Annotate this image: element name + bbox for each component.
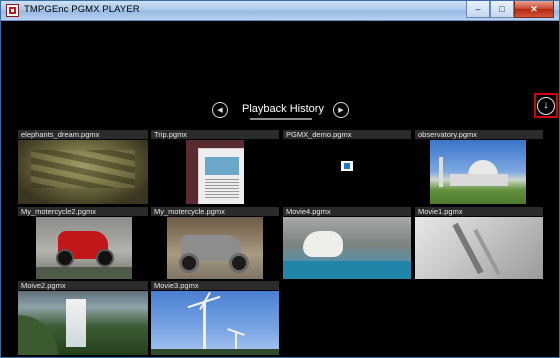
minimize-button[interactable]: – bbox=[466, 1, 490, 18]
history-tile[interactable]: PGMX_demo.pgmx bbox=[283, 130, 411, 205]
video-thumbnail bbox=[18, 140, 148, 204]
history-nav: ◀ Playback History ▶ bbox=[1, 101, 560, 123]
tile-label: My_motercycle.pgmx bbox=[151, 207, 279, 216]
title-bar[interactable]: TMPGEnc PGMX PLAYER – □ ✕ bbox=[1, 1, 559, 21]
video-thumbnail bbox=[18, 291, 148, 355]
video-thumbnail bbox=[283, 140, 411, 204]
video-thumbnail bbox=[283, 217, 411, 279]
video-thumbnail bbox=[415, 217, 543, 279]
history-tile[interactable]: observatory.pgmx bbox=[415, 130, 543, 205]
history-tile[interactable]: Moive2.pgmx bbox=[18, 281, 148, 355]
tile-label: Moive2.pgmx bbox=[18, 281, 148, 290]
history-tile[interactable]: Movie1.pgmx bbox=[415, 207, 543, 279]
tile-label: PGMX_demo.pgmx bbox=[283, 130, 411, 139]
window-controls: – □ ✕ bbox=[466, 1, 554, 18]
chevron-left-icon: ◀ bbox=[217, 107, 223, 114]
video-thumbnail bbox=[430, 140, 526, 204]
tile-label: Trip.pgmx bbox=[151, 130, 279, 139]
next-page-button[interactable]: ▶ bbox=[333, 102, 349, 118]
maximize-button[interactable]: □ bbox=[490, 1, 514, 18]
prev-page-button[interactable]: ◀ bbox=[212, 102, 228, 118]
tile-label: Movie3.pgmx bbox=[151, 281, 279, 290]
download-arrow-icon: ↓ bbox=[537, 96, 555, 115]
app-icon bbox=[6, 4, 19, 17]
history-tile[interactable]: Movie3.pgmx bbox=[151, 281, 279, 355]
pgmx-logo bbox=[341, 161, 353, 171]
history-tile[interactable]: My_motercycle2.pgmx bbox=[18, 207, 148, 279]
tile-label: Movie4.pgmx bbox=[283, 207, 411, 216]
history-tile[interactable]: Trip.pgmx bbox=[151, 130, 279, 205]
video-thumbnail bbox=[151, 291, 279, 355]
video-thumbnail bbox=[186, 140, 244, 204]
tile-label: elephants_dream.pgmx bbox=[18, 130, 148, 139]
video-thumbnail bbox=[36, 217, 132, 279]
chevron-right-icon: ▶ bbox=[338, 107, 344, 114]
tile-label: My_motercycle2.pgmx bbox=[18, 207, 148, 216]
download-button[interactable]: ↓ bbox=[534, 93, 558, 118]
history-tile[interactable]: My_motercycle.pgmx bbox=[151, 207, 279, 279]
player-window: TMPGEnc PGMX PLAYER – □ ✕ ◀ Playback His… bbox=[0, 0, 560, 358]
close-button[interactable]: ✕ bbox=[514, 1, 554, 18]
section-title: Playback History bbox=[242, 103, 324, 115]
history-tile[interactable]: elephants_dream.pgmx bbox=[18, 130, 148, 205]
video-thumbnail bbox=[167, 217, 263, 279]
history-tile[interactable]: Movie4.pgmx bbox=[283, 207, 411, 279]
tile-label: observatory.pgmx bbox=[415, 130, 543, 139]
window-title: TMPGEnc PGMX PLAYER bbox=[24, 4, 140, 15]
tile-label: Movie1.pgmx bbox=[415, 207, 543, 216]
section-title-underline bbox=[250, 118, 312, 120]
